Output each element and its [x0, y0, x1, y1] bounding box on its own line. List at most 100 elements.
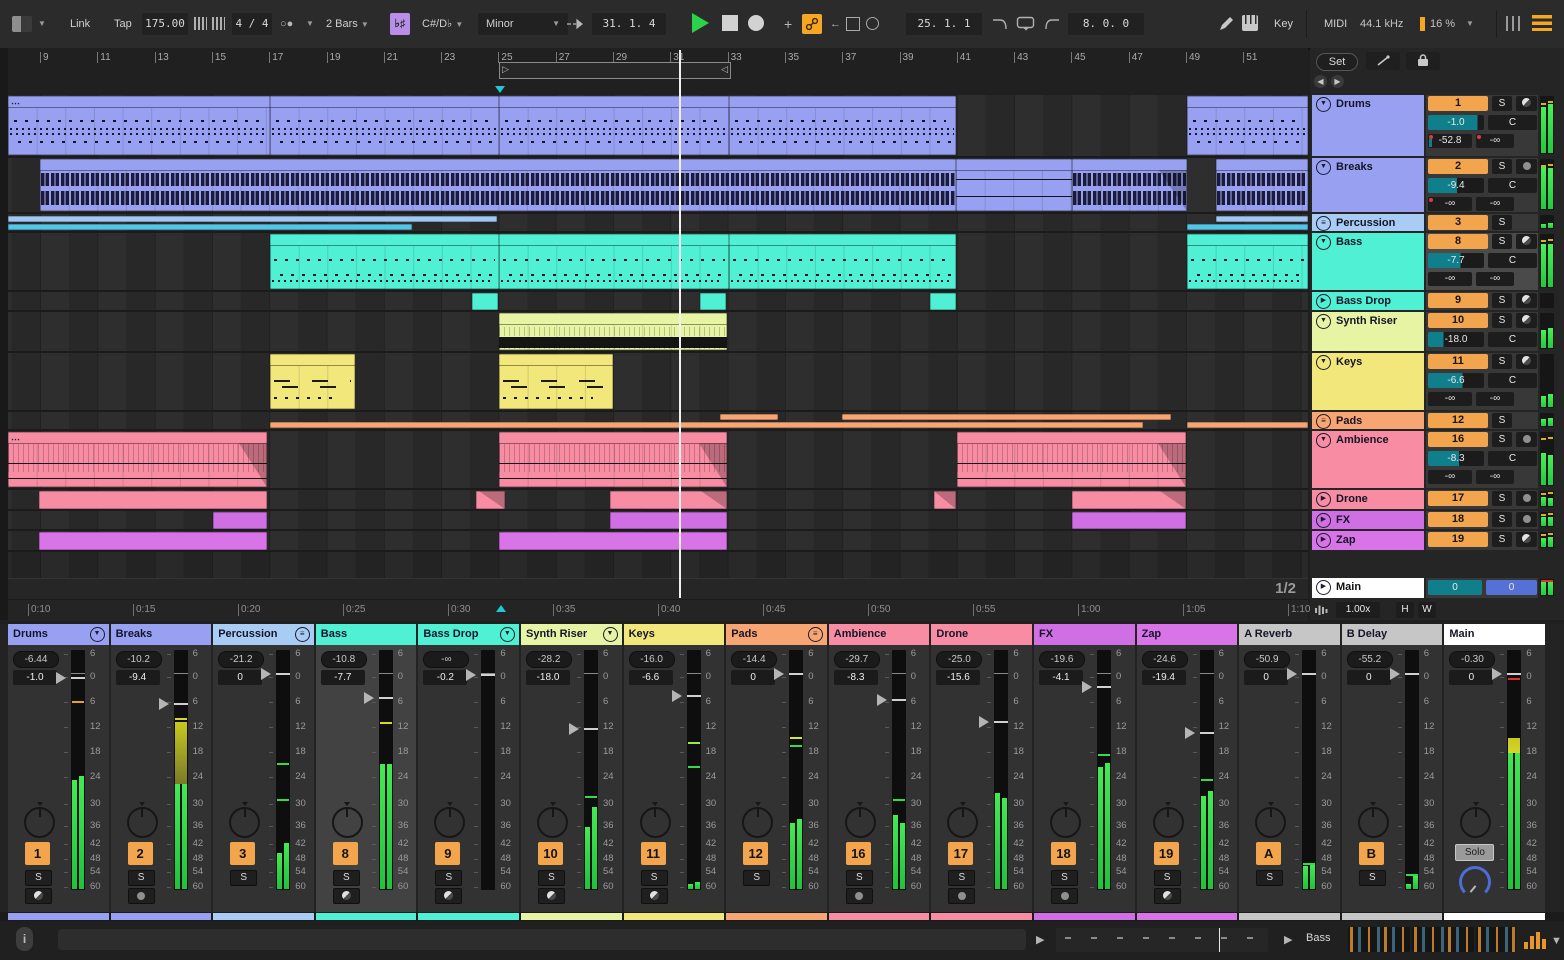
capture-midi-icon[interactable]: [866, 17, 879, 30]
track-lane-pads[interactable]: [8, 412, 1308, 431]
clip[interactable]: ⋯: [8, 96, 270, 155]
arrangement-position-field[interactable]: 31. 1. 4: [592, 13, 666, 35]
track-lane-percussion[interactable]: [8, 214, 1308, 233]
clip[interactable]: [213, 512, 267, 529]
menu-hamburger-icon[interactable]: [1532, 15, 1552, 31]
solo-button[interactable]: S: [25, 870, 52, 886]
set-button[interactable]: Set: [1316, 53, 1358, 71]
clip[interactable]: [700, 293, 726, 310]
solo-button[interactable]: S: [1492, 354, 1512, 369]
fader-meter-lane[interactable]: [1507, 650, 1522, 890]
clip[interactable]: [729, 234, 956, 289]
pan-knob[interactable]: [229, 802, 261, 838]
mixer-strip-b-delay[interactable]: B Delay -55.2 0 6 0 6 12 18 24 30 36 42 48 54 60 B S: [1341, 624, 1443, 912]
track-header-fx[interactable]: ▶ FX 18 S: [1312, 511, 1562, 529]
clip[interactable]: [1072, 159, 1187, 211]
track-number-box[interactable]: 3: [230, 842, 256, 865]
pan-knob[interactable]: [742, 802, 774, 838]
fader-handle[interactable]: [363, 692, 374, 704]
track-header-bass[interactable]: ▼ Bass 8 S -7.7 C -∞ -∞: [1312, 233, 1562, 290]
history-back-button[interactable]: ◀: [1314, 75, 1327, 88]
solo-button[interactable]: S: [1492, 512, 1512, 527]
track-number-box[interactable]: B: [1358, 842, 1384, 865]
track-header-percussion[interactable]: ≡ Percussion 3 S: [1312, 214, 1562, 231]
fader-handle[interactable]: [1492, 668, 1503, 680]
mixer-strip-drone[interactable]: Drone -25.0 -15.6 6 0 6 12 18 24 30 36 42 48 54 60 17 S: [931, 624, 1032, 912]
history-forward-button[interactable]: ▶: [1331, 75, 1344, 88]
clip-preview-play-icon[interactable]: ▶: [1036, 933, 1044, 946]
volume-display[interactable]: 0: [1244, 670, 1289, 685]
pan-knob[interactable]: [1050, 802, 1081, 838]
track-lane-zap[interactable]: [8, 531, 1308, 552]
clip[interactable]: [1072, 512, 1186, 529]
unfold-track-icon[interactable]: ▼: [1316, 355, 1331, 370]
automation-mode-button[interactable]: [802, 14, 822, 34]
solo-button[interactable]: S: [332, 870, 360, 886]
track-number-box[interactable]: 11: [640, 842, 666, 865]
track-color-block[interactable]: ▶ FX: [1312, 511, 1424, 529]
solo-button[interactable]: S: [538, 870, 565, 886]
mixer-track-title[interactable]: Ambience: [828, 624, 930, 645]
track-header-zap[interactable]: ▶ Zap 19 S: [1312, 531, 1562, 550]
track-color-block[interactable]: ▼ Ambience: [1312, 431, 1424, 488]
track-lane-drone[interactable]: [8, 490, 1308, 511]
track-header-main[interactable]: ▶ Main 0 0: [1312, 578, 1562, 598]
mixer-strip-zap[interactable]: Zap -24.6 -19.4 6 0 6 12 18 24 30 36 42 48 54 60 19 S: [1136, 624, 1238, 912]
track-number-box[interactable]: 8: [1428, 234, 1488, 249]
volume-display[interactable]: -19.4: [1141, 670, 1186, 685]
fader-meter-lane[interactable]: [891, 650, 906, 890]
mixer-track-title[interactable]: Percussion ≡: [213, 624, 314, 645]
fold-track-icon[interactable]: ▼: [602, 627, 618, 642]
groove-caret-icon[interactable]: ▼: [306, 13, 314, 35]
device-thumbnail[interactable]: [1476, 927, 1516, 952]
fader-handle[interactable]: [466, 669, 477, 682]
track-number-box[interactable]: 1: [25, 842, 50, 865]
output-meter-icon[interactable]: [1524, 931, 1546, 949]
link-button[interactable]: Link: [62, 13, 99, 35]
volume-box[interactable]: -8.3: [1428, 451, 1484, 466]
arm-button[interactable]: [1516, 96, 1537, 111]
mixer-track-title[interactable]: Drums ▼: [8, 624, 109, 645]
mixer-track-title[interactable]: Pads ≡: [726, 624, 827, 645]
track-lane-breaks[interactable]: [8, 158, 1308, 214]
solo-button[interactable]: S: [435, 870, 463, 886]
mixer-track-title[interactable]: Bass Drop ▼: [418, 624, 519, 645]
lock-envelopes-button[interactable]: [1406, 52, 1440, 70]
mixer-strip-pads[interactable]: Pads ≡ -14.4 0 6 0 6 12 18 24 30 36 42 48 54 60 12 S: [726, 624, 827, 912]
mixer-track-title[interactable]: A Reverb: [1239, 624, 1340, 645]
mixer-track-title[interactable]: FX: [1034, 624, 1135, 645]
fader-meter-lane[interactable]: [1097, 650, 1111, 890]
clip[interactable]: [476, 491, 505, 509]
arm-button[interactable]: [1516, 491, 1537, 506]
mixer-track-title[interactable]: Synth Riser ▼: [521, 624, 622, 645]
peak-level-display[interactable]: -25.0: [936, 651, 983, 668]
scrub-marker-icon[interactable]: [495, 86, 505, 93]
track-number-box[interactable]: 12: [1428, 413, 1488, 428]
metronome-icon[interactable]: [194, 17, 207, 30]
clip[interactable]: [610, 491, 727, 509]
volume-box[interactable]: -18.0: [1428, 332, 1484, 347]
quantize-menu[interactable]: 2 Bars ▼: [318, 13, 377, 35]
window-mode-icon[interactable]: [12, 16, 32, 32]
group-icon[interactable]: ≡: [1316, 216, 1331, 231]
solo-button[interactable]: S: [1492, 159, 1512, 174]
accidental-toggle[interactable]: ♭♯: [390, 13, 410, 35]
send-meter-box[interactable]: -∞: [1476, 470, 1514, 484]
device-thumbnail[interactable]: [1348, 927, 1410, 952]
track-color-block[interactable]: ≡ Pads: [1312, 412, 1424, 429]
volume-display[interactable]: -7.7: [320, 670, 365, 685]
peak-level-display[interactable]: -21.2: [218, 651, 265, 668]
volume-box[interactable]: -6.6: [1428, 373, 1484, 388]
pan-knob[interactable]: [1152, 802, 1184, 838]
clip[interactable]: [39, 491, 267, 509]
re-enable-automation-icon[interactable]: ←: [830, 13, 841, 35]
track-color-block[interactable]: ▼ Keys: [1312, 353, 1424, 410]
arm-button[interactable]: [1153, 888, 1181, 904]
main-track-lane[interactable]: 1/2: [8, 578, 1308, 599]
time-ruler[interactable]: 0:10 0:15 0:20 0:25 0:30 0:35 0:40 0:45 0:50 0:55…: [8, 599, 1310, 621]
solo-button[interactable]: S: [948, 870, 976, 886]
clip[interactable]: [499, 234, 729, 289]
track-number-box[interactable]: 19: [1428, 532, 1488, 547]
send-meter-box[interactable]: -∞: [1476, 197, 1514, 211]
clip[interactable]: [1216, 216, 1308, 222]
